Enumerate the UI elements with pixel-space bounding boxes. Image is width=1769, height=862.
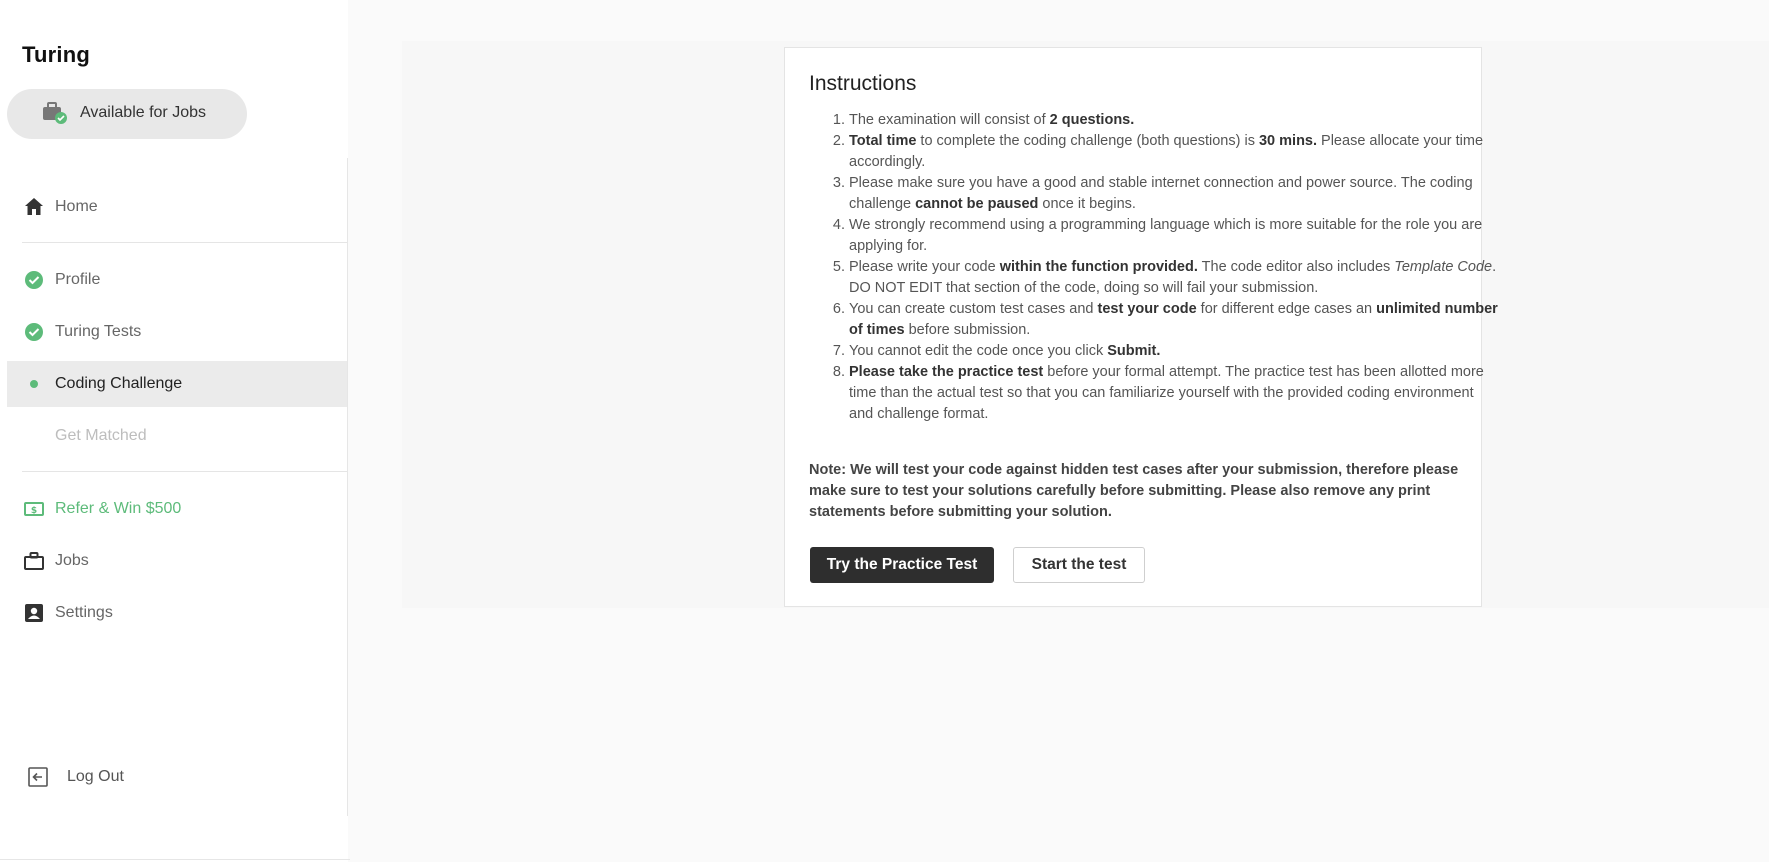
- instruction-item: Please make sure you have a good and sta…: [849, 173, 1499, 215]
- instruction-text: for different edge cases an: [1196, 301, 1377, 317]
- instruction-item: You cannot edit the code once you click …: [849, 341, 1499, 362]
- instruction-item: Please take the practice test before you…: [849, 362, 1499, 425]
- briefcase-icon: [24, 552, 44, 570]
- dot-icon: [30, 380, 38, 388]
- instruction-item: We strongly recommend using a programmin…: [849, 215, 1499, 257]
- brand-logo: Turing: [22, 42, 90, 67]
- instruction-item: You can create custom test cases and tes…: [849, 299, 1499, 341]
- sidebar-item-label: Refer & Win $500: [55, 500, 182, 517]
- sidebar-item-jobs[interactable]: Jobs: [7, 538, 348, 584]
- sidebar-bottom-border: [0, 859, 350, 860]
- instruction-item: Total time to complete the coding challe…: [849, 131, 1499, 173]
- home-icon: [25, 198, 43, 215]
- instruction-item: Please write your code within the functi…: [849, 257, 1499, 299]
- sidebar-item-label: Coding Challenge: [55, 375, 183, 392]
- instructions-note: Note: We will test your code against hid…: [809, 462, 1459, 520]
- sidebar-item-refer[interactable]: $ Refer & Win $500: [7, 486, 348, 532]
- practice-test-button[interactable]: Try the Practice Test: [810, 547, 994, 583]
- instruction-text: You cannot edit the code once you click: [849, 343, 1108, 359]
- instruction-text: The examination will consist of: [849, 112, 1050, 128]
- instruction-text: Please take the practice test: [849, 364, 1044, 380]
- instruction-text: to complete the coding challenge (both q…: [916, 133, 1259, 149]
- sidebar-item-label: Turing Tests: [55, 323, 142, 340]
- logout-button[interactable]: Log Out: [22, 763, 222, 793]
- instruction-text: Template Code: [1394, 259, 1493, 275]
- svg-text:$: $: [31, 506, 37, 516]
- sidebar-item-label: Home: [55, 198, 98, 215]
- money-icon: $: [24, 502, 44, 516]
- instructions-list: The examination will consist of 2 questi…: [809, 110, 1499, 425]
- logout-label: Log Out: [67, 768, 124, 785]
- instruction-text: within the function provided.: [999, 259, 1198, 275]
- sidebar-item-settings[interactable]: Settings: [7, 590, 348, 636]
- sidebar-item-label: Settings: [55, 604, 113, 621]
- instruction-text: cannot be paused: [915, 196, 1039, 212]
- instructions-card: Instructions The examination will consis…: [784, 47, 1498, 607]
- logout-icon: [28, 767, 48, 787]
- availability-label: Available for Jobs: [80, 104, 206, 121]
- instruction-text: 30 mins.: [1258, 133, 1318, 149]
- sidebar-item-turing-tests[interactable]: Turing Tests: [7, 309, 348, 355]
- instructions-title: Instructions: [809, 72, 917, 95]
- sidebar-item-label: Profile: [55, 271, 101, 288]
- sidebar-border: [347, 158, 348, 816]
- instruction-text: You can create custom test cases and: [849, 301, 1098, 317]
- instruction-text: Please write your code: [849, 259, 1000, 275]
- instruction-item: The examination will consist of 2 questi…: [849, 110, 1499, 131]
- account-box-icon: [25, 604, 43, 622]
- check-circle-icon: [25, 323, 43, 341]
- start-test-button[interactable]: Start the test: [1013, 547, 1145, 583]
- sidebar-item-home[interactable]: Home: [7, 184, 348, 230]
- sidebar-item-label: Get Matched: [55, 427, 147, 444]
- sidebar-divider: [22, 471, 348, 472]
- instruction-text: Submit.: [1107, 343, 1161, 359]
- sidebar-item-get-matched: Get Matched: [7, 413, 348, 459]
- sidebar-divider: [22, 242, 348, 243]
- instruction-text: We strongly recommend using a programmin…: [849, 217, 1483, 254]
- instruction-text: once it begins.: [1038, 196, 1136, 212]
- sidebar-item-profile[interactable]: Profile: [7, 257, 348, 303]
- check-circle-icon: [25, 271, 43, 289]
- instruction-text: test your code: [1097, 301, 1197, 317]
- instruction-text: 2 questions.: [1049, 112, 1135, 128]
- availability-toggle[interactable]: Available for Jobs: [7, 89, 247, 139]
- briefcase-check-icon: [43, 102, 67, 124]
- sidebar-item-coding-challenge[interactable]: Coding Challenge: [7, 361, 348, 407]
- sidebar: Turing Available for Jobs Home Profile T…: [0, 0, 350, 862]
- sidebar-item-label: Jobs: [55, 552, 89, 569]
- instruction-text: Total time: [849, 133, 917, 149]
- instruction-text: before submission.: [904, 322, 1031, 338]
- instruction-text: The code editor also includes: [1197, 259, 1395, 275]
